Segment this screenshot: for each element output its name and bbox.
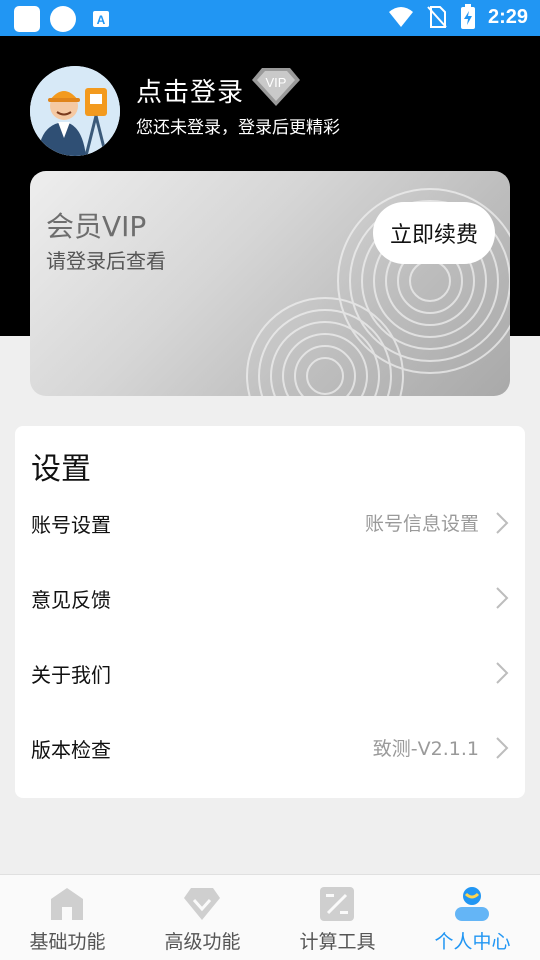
vip-title: 会员VIP <box>46 210 147 243</box>
user-icon <box>455 887 489 921</box>
nav-label: 计算工具 <box>299 931 376 953</box>
nav-label: 基础功能 <box>29 931 106 953</box>
diamond-icon <box>184 888 220 920</box>
renew-button[interactable]: 立即续费 <box>373 202 495 264</box>
settings-title: 设置 <box>31 452 91 487</box>
vip-card: 会员VIP 请登录后查看 立即续费 <box>30 171 510 396</box>
row-label: 版本检查 <box>31 738 111 762</box>
nav-item-advanced[interactable]: 高级功能 <box>135 875 270 960</box>
settings-row-account[interactable]: 账号设置 账号信息设置 <box>15 489 525 553</box>
settings-row-feedback[interactable]: 意见反馈 <box>15 564 525 628</box>
wifi-icon <box>388 7 413 27</box>
battery-charging-icon <box>460 4 475 29</box>
surveyor-avatar-icon <box>30 66 120 156</box>
chevron-right-icon <box>496 587 509 609</box>
bottom-nav: 基础功能 高级功能 计算工具 个人中心 <box>0 874 540 960</box>
chevron-right-icon <box>496 662 509 684</box>
user-avatar[interactable] <box>30 66 120 156</box>
home-icon <box>51 888 83 920</box>
row-label: 意见反馈 <box>31 588 111 612</box>
svg-text:A: A <box>97 13 106 27</box>
status-bar: A 2:29 <box>0 0 540 36</box>
chevron-right-icon <box>496 737 509 759</box>
settings-panel: 设置 账号设置 账号信息设置 意见反馈 关于我们 版本检查 致测-V2.1.1 <box>15 426 525 798</box>
row-value: 致测-V2.1.1 <box>372 738 479 760</box>
notification-square-icon <box>14 6 40 32</box>
nav-label: 高级功能 <box>164 931 241 953</box>
app-a-icon: A <box>93 11 109 27</box>
nav-item-tools[interactable]: 计算工具 <box>270 875 405 960</box>
nav-item-profile[interactable]: 个人中心 <box>405 875 540 960</box>
calculator-icon <box>320 887 354 921</box>
vip-badge-text: VIP <box>266 75 287 90</box>
no-sim-icon <box>427 6 447 28</box>
login-subtitle: 您还未登录，登录后更精彩 <box>136 118 340 138</box>
row-value: 账号信息设置 <box>364 513 479 535</box>
vip-subtitle: 请登录后查看 <box>46 249 166 273</box>
chevron-right-icon <box>496 512 509 534</box>
notification-circle-icon <box>50 6 76 32</box>
status-time: 2:29 <box>487 5 528 28</box>
row-label: 账号设置 <box>31 513 111 537</box>
row-label: 关于我们 <box>31 663 111 687</box>
vip-diamond-icon: VIP <box>252 68 300 106</box>
login-title[interactable]: 点击登录 <box>136 72 244 109</box>
nav-label: 个人中心 <box>434 931 511 953</box>
nav-item-basic[interactable]: 基础功能 <box>0 875 135 960</box>
settings-row-version[interactable]: 版本检查 致测-V2.1.1 <box>15 714 525 778</box>
settings-row-about[interactable]: 关于我们 <box>15 639 525 703</box>
